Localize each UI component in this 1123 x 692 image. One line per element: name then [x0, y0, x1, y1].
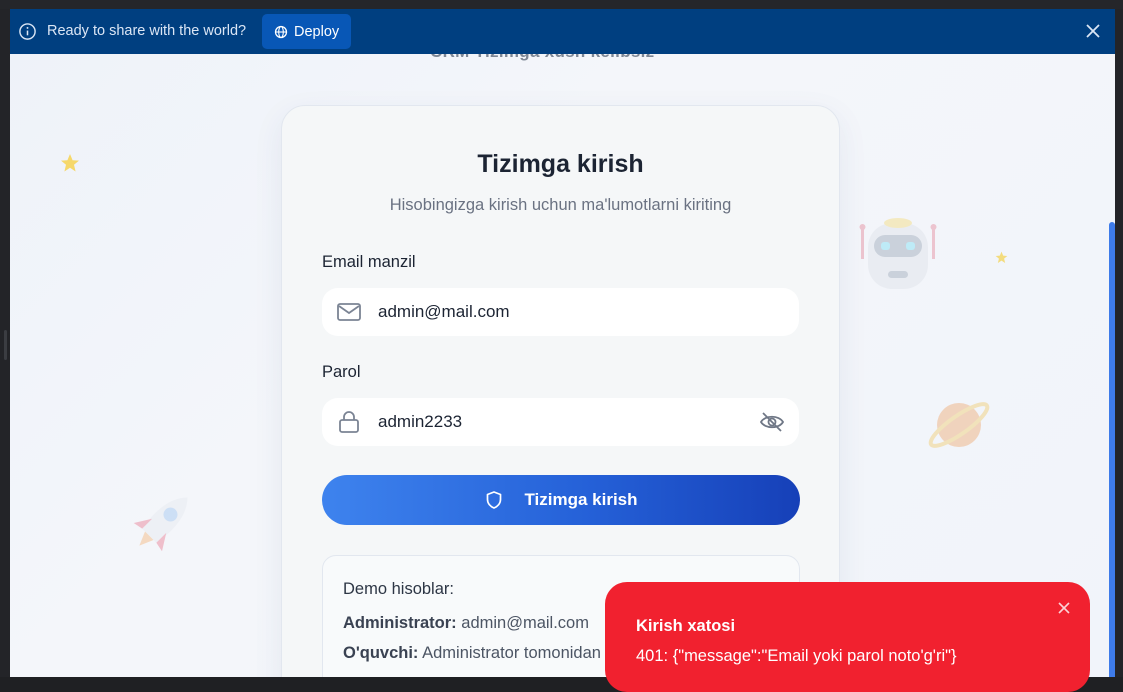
lock-icon [339, 411, 359, 433]
banner-text: Ready to share with the world? [47, 23, 247, 39]
toast-title: Kirish xatosi [636, 617, 736, 635]
login-subtitle: Hisobingizga kirish uchun ma'lumotlarni … [389, 196, 732, 214]
close-icon[interactable] [1057, 601, 1071, 615]
eye-off-icon[interactable] [759, 410, 785, 434]
robot-decoration-icon [859, 218, 937, 289]
demo-title: Demo hisoblar: [343, 580, 454, 598]
window-top-strip [0, 0, 1123, 9]
star-decoration-icon [995, 251, 1008, 264]
login-submit-label: Tizimga kirish [524, 490, 638, 509]
login-title: Tizimga kirish [477, 150, 644, 178]
close-icon[interactable] [1085, 23, 1101, 39]
demo-row: Administrator: admin@mail.com [343, 614, 589, 633]
password-value[interactable]: admin2233 [378, 412, 462, 432]
deploy-banner: Ready to share with the world? Deploy [10, 9, 1115, 54]
info-icon [19, 23, 36, 40]
login-submit-button[interactable]: Tizimga kirish [322, 475, 800, 525]
rocket-decoration-icon [133, 497, 188, 552]
demo-value: admin@mail.com [461, 614, 589, 632]
error-toast: Kirish xatosi 401: {"message":"Email yok… [605, 582, 1090, 692]
password-label: Parol [322, 363, 361, 381]
page-viewport: CRM Tizimga xush kelibsiz [10, 9, 1115, 677]
demo-role: Administrator: [343, 614, 457, 632]
email-field[interactable]: admin@mail.com [322, 288, 799, 336]
email-value[interactable]: admin@mail.com [378, 302, 510, 322]
page-scrollbar[interactable] [1107, 9, 1115, 677]
demo-role: O'quvchi: [343, 644, 419, 662]
planet-decoration-icon [928, 402, 990, 448]
deploy-button[interactable]: Deploy [262, 14, 351, 49]
star-decoration-icon [61, 154, 79, 172]
globe-icon [274, 25, 288, 38]
mail-icon [337, 303, 361, 321]
demo-value: Administrator tomonidan [422, 644, 601, 662]
demo-row: O'quvchi: Administrator tomonidan [343, 644, 601, 663]
toast-message: 401: {"message":"Email yoki parol noto'g… [636, 647, 957, 665]
deploy-label: Deploy [294, 23, 340, 40]
resize-handle[interactable] [4, 330, 7, 360]
shield-icon [487, 491, 502, 509]
password-field[interactable]: admin2233 [322, 398, 799, 446]
email-label: Email manzil [322, 253, 416, 271]
scrollbar-thumb[interactable] [1109, 222, 1115, 677]
